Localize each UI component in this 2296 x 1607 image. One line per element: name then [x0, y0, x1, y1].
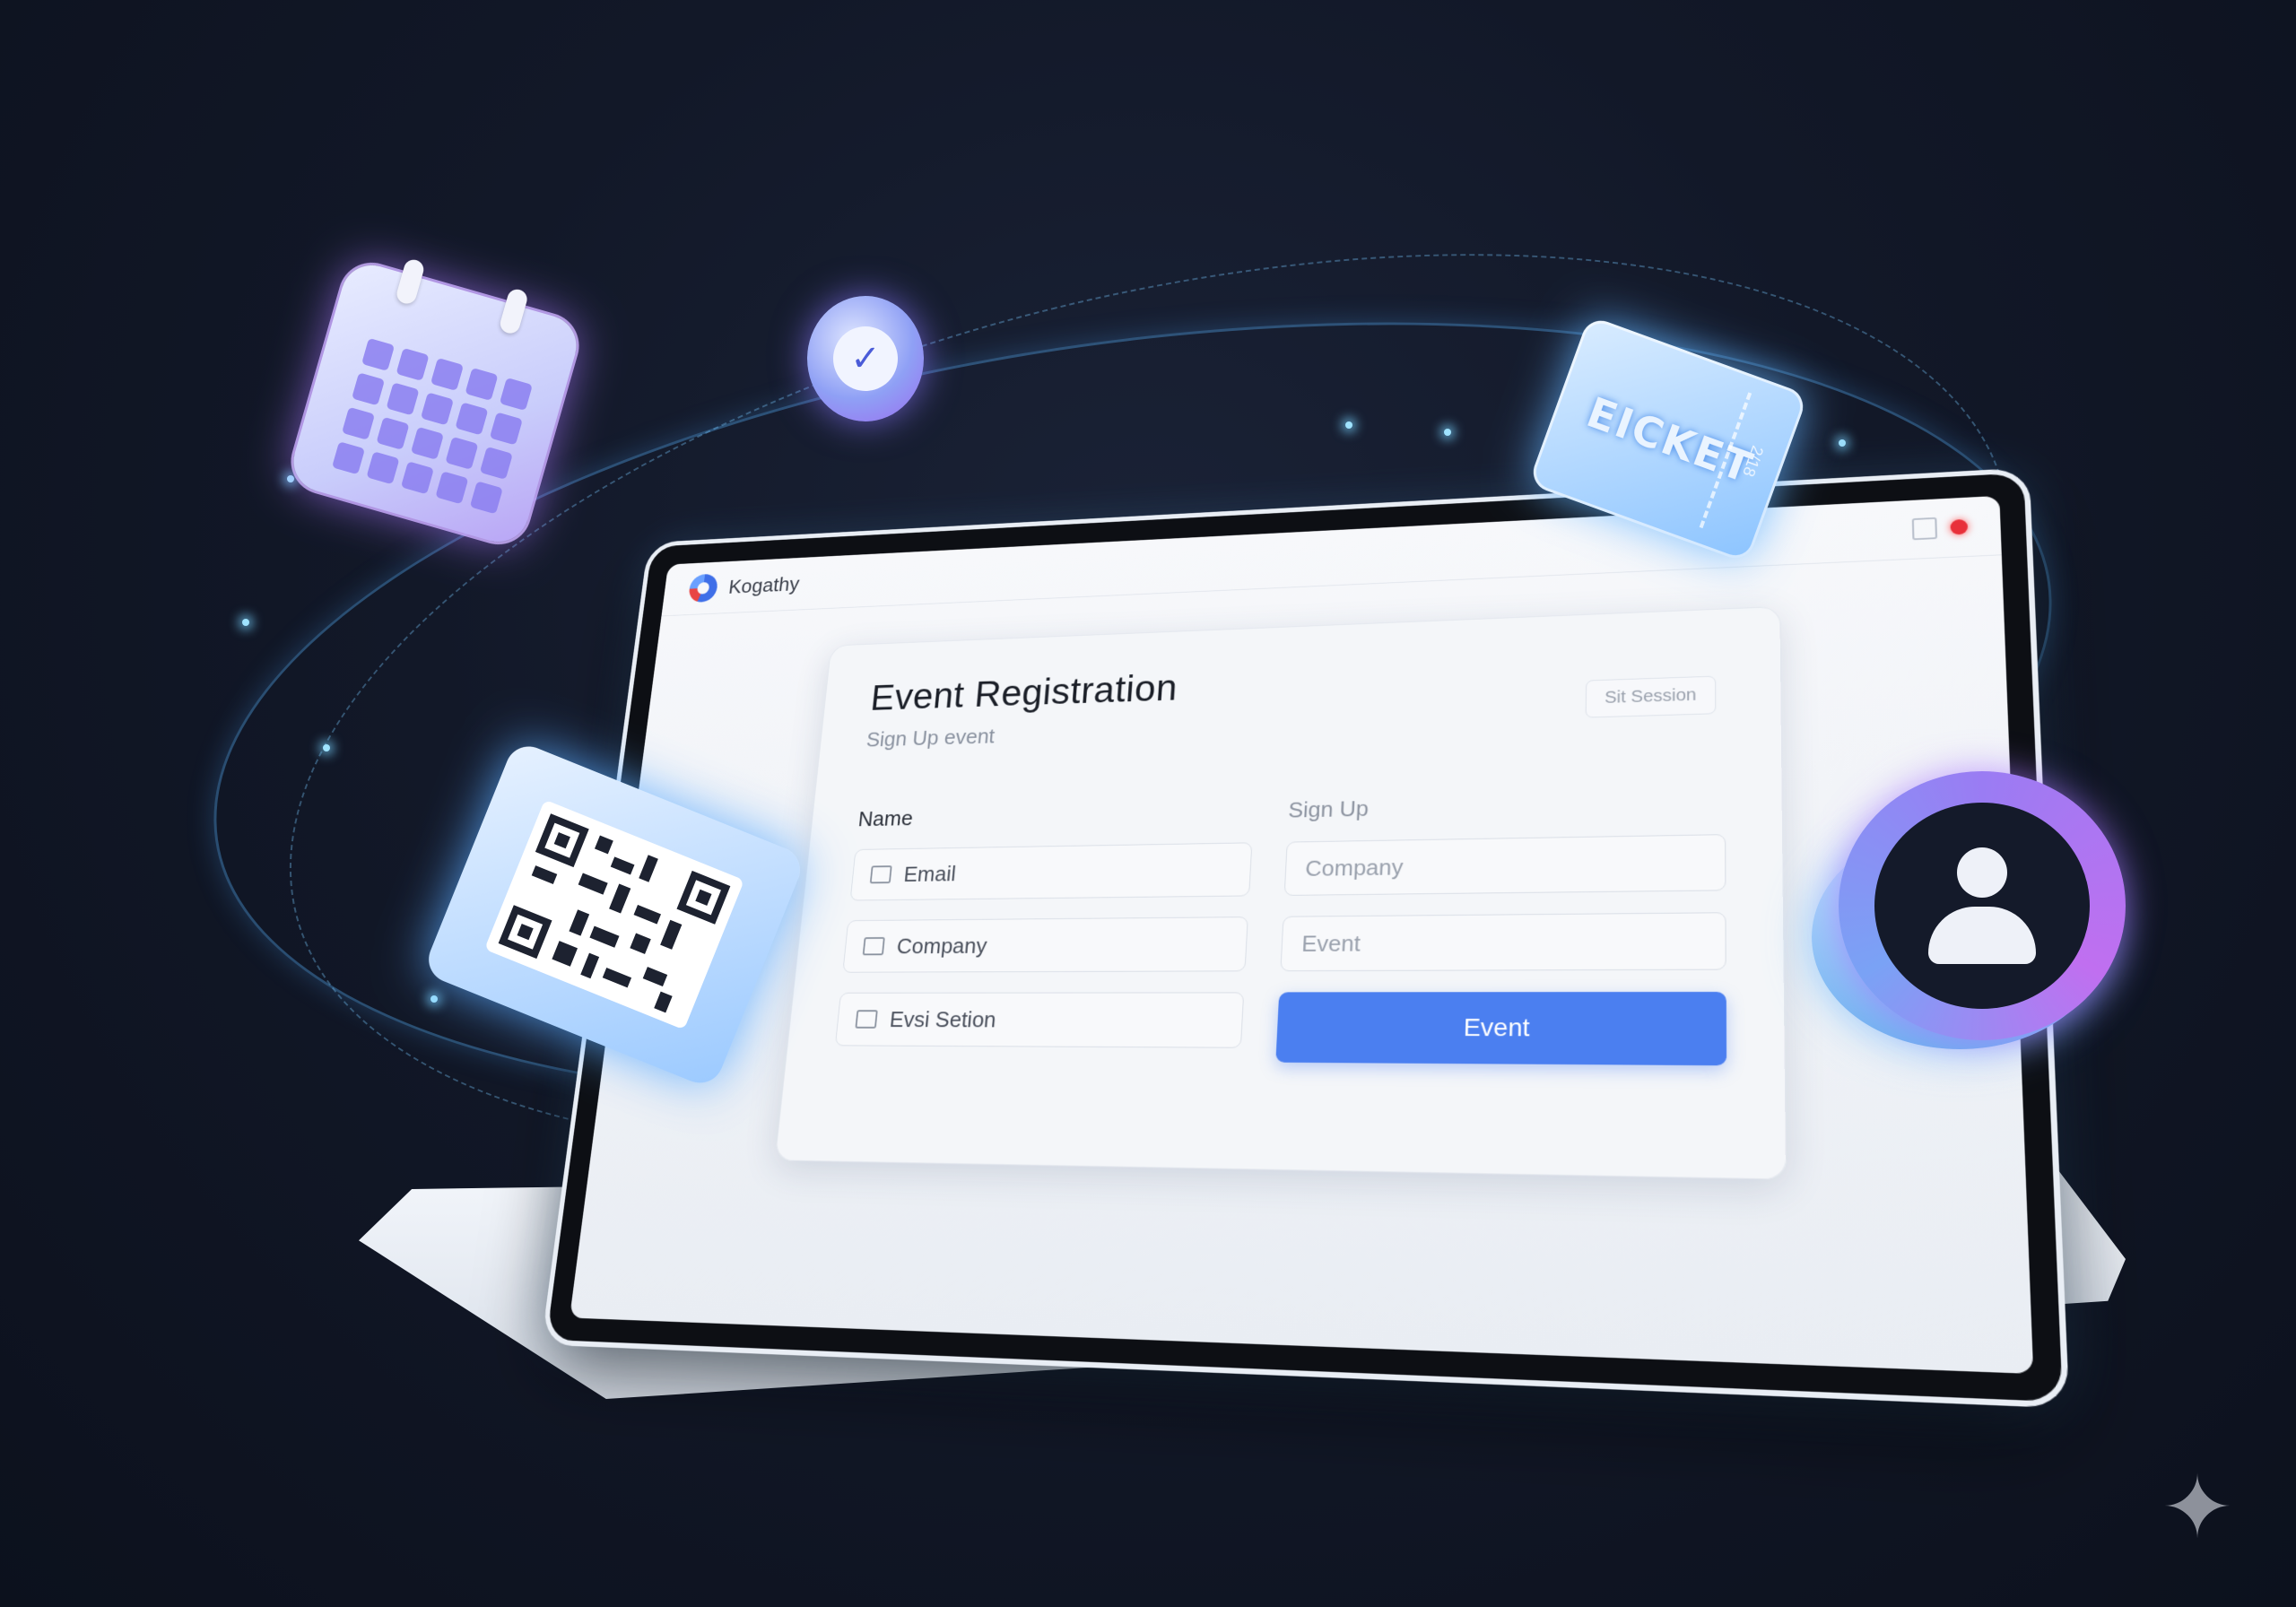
email-icon — [869, 865, 892, 884]
checkmark-icon: ✓ — [833, 326, 898, 391]
calendar-grid — [331, 337, 533, 515]
topbar-controls — [1911, 516, 1969, 541]
sparkle-icon: ✦ — [2161, 1460, 2234, 1556]
scene: Kogathy Event Registration Sign Up event… — [0, 0, 2296, 1607]
email-field[interactable]: Email — [849, 842, 1253, 901]
glow-dot — [1839, 439, 1846, 447]
form-left-column: Name Email Company Evsi Setion — [833, 798, 1255, 1069]
session-field[interactable]: Evsi Setion — [834, 992, 1245, 1048]
submit-button[interactable]: Event — [1275, 992, 1727, 1066]
person-icon — [1928, 847, 2036, 964]
qr-code-icon — [484, 799, 744, 1030]
check-badge-icon: ✓ — [807, 296, 924, 421]
glow-dot — [430, 995, 438, 1003]
event-input-placeholder: Event — [1300, 929, 1361, 957]
glow-dot — [1444, 429, 1451, 436]
glow-dot — [323, 744, 330, 751]
app-name: Kogathy — [727, 571, 801, 598]
form-right-column: Sign Up Company Event Event — [1275, 787, 1727, 1073]
avatar-ring — [1839, 771, 2126, 1040]
name-label: Name — [857, 805, 915, 831]
company-input[interactable]: Company — [1283, 834, 1726, 896]
calendar-ring — [498, 287, 530, 336]
company-field-label: Company — [895, 933, 988, 959]
user-profile-icon — [1812, 771, 2126, 1067]
glow-dot — [242, 619, 249, 626]
window-icon[interactable] — [1911, 517, 1938, 541]
company-field[interactable]: Company — [842, 916, 1248, 973]
bus-icon — [855, 1010, 878, 1029]
app-topbar: Kogathy — [661, 495, 2002, 617]
glow-dot — [287, 475, 294, 482]
signup-label: Sign Up — [1287, 795, 1370, 823]
calendar-icon — [286, 257, 584, 550]
header-action-button[interactable]: Sit Session — [1585, 675, 1717, 718]
registration-card: Event Registration Sign Up event Sit Ses… — [774, 605, 1787, 1180]
avatar-face — [1874, 803, 2090, 1009]
email-field-label: Email — [902, 860, 958, 886]
session-field-label: Evsi Setion — [888, 1006, 997, 1032]
record-indicator-icon — [1950, 518, 1969, 535]
card-icon — [862, 937, 885, 956]
event-input[interactable]: Event — [1280, 912, 1726, 972]
glow-dot — [1345, 421, 1352, 429]
company-input-placeholder: Company — [1304, 854, 1405, 882]
calendar-ring — [394, 257, 426, 307]
app-logo-icon — [687, 573, 719, 604]
form-columns: Name Email Company Evsi Setion Sign Up C… — [833, 787, 1727, 1073]
